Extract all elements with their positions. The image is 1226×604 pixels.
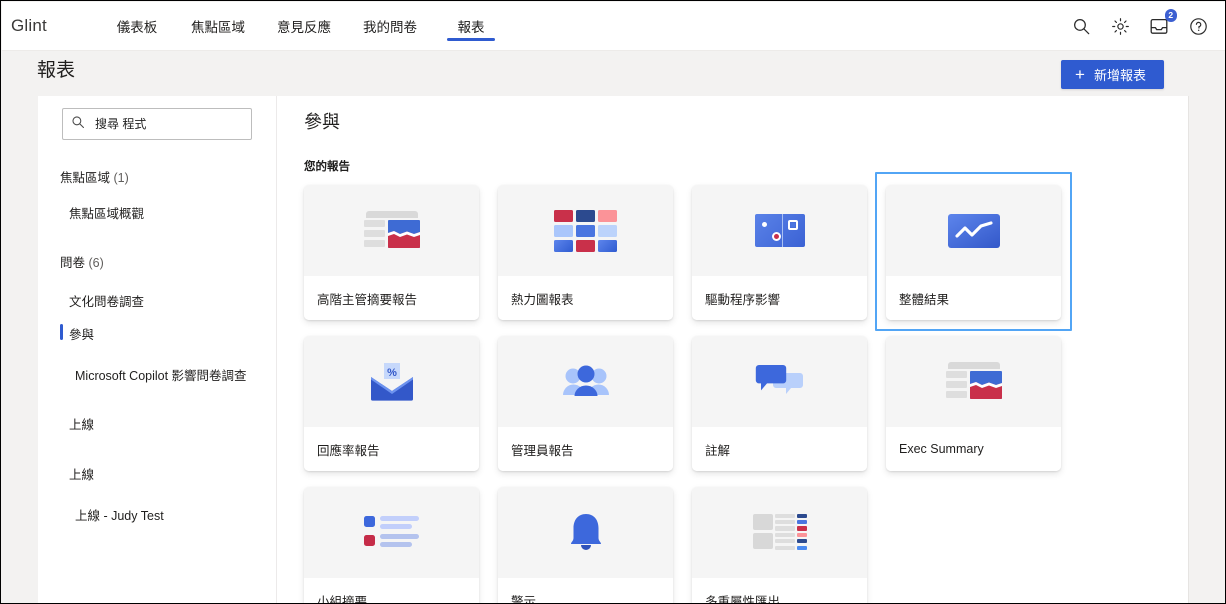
add-report-button-label: 新增報表 bbox=[1093, 68, 1146, 83]
nav-tab-dashboard[interactable]: 儀表板 bbox=[99, 2, 175, 51]
card-label: Exec Summary bbox=[886, 427, 1061, 471]
sidebar-item-focus-area-overview[interactable]: 焦點區域概觀 bbox=[69, 203, 144, 222]
page-title: 報表 bbox=[37, 60, 76, 81]
sidebar-group-title: 焦點區域 bbox=[60, 171, 111, 185]
sidebar-group-title: 問卷 bbox=[60, 256, 86, 270]
card-label: 回應率報告 bbox=[304, 427, 479, 471]
report-card-driver-impact-wrap: 驅動程序影響 bbox=[692, 185, 867, 320]
card-label: 註解 bbox=[692, 427, 867, 471]
top-nav-actions: 2 bbox=[1070, 9, 1209, 37]
sidebar-item-onboarding-2[interactable]: 上線 bbox=[69, 464, 94, 483]
main-heading: 參與 bbox=[304, 112, 340, 132]
main-content-panel: 參與 您的報告 高階主管摘要報告 熱力圖報表 驅動程序影響 整體結果 % 回應率… bbox=[277, 96, 1189, 603]
speech-bubbles-icon bbox=[754, 363, 806, 401]
report-card-exec-summary-wrap: Exec Summary bbox=[886, 336, 1061, 471]
sidebar-group-focus-areas: 焦點區域 (1) bbox=[60, 167, 129, 186]
sidebar-group-surveys: 問卷 (6) bbox=[60, 252, 104, 271]
card-label: 整體結果 bbox=[886, 276, 1061, 320]
right-gutter bbox=[1189, 96, 1225, 603]
envelope-percent-icon: % bbox=[367, 361, 417, 403]
app-logo[interactable]: Glint bbox=[11, 16, 89, 36]
gear-icon[interactable] bbox=[1109, 15, 1131, 37]
sidebar: 焦點區域 (1) 焦點區域概觀 問卷 (6) 文化問卷調查 參與 Microso… bbox=[38, 96, 277, 603]
search-icon bbox=[71, 115, 85, 134]
glint-reports-page: Glint 儀表板 焦點區域 意見反應 我的問卷 報表 2 報表 + 新增報表 … bbox=[0, 0, 1226, 604]
sidebar-selection-indicator bbox=[60, 324, 63, 340]
nav-tab-feedback[interactable]: 意見反應 bbox=[261, 2, 347, 51]
report-card-exec-summary-cn-wrap: 高階主管摘要報告 bbox=[304, 185, 479, 320]
top-navigation-bar: Glint 儀表板 焦點區域 意見反應 我的問卷 報表 2 bbox=[2, 2, 1225, 51]
search-program-box[interactable] bbox=[62, 108, 252, 140]
report-card-exec-summary-cn[interactable]: 高階主管摘要報告 bbox=[304, 185, 479, 320]
report-card-overall-results[interactable]: 整體結果 bbox=[886, 185, 1061, 320]
report-card-overall-results-wrap: 整體結果 bbox=[875, 172, 1072, 331]
card-thumbnail bbox=[304, 185, 479, 276]
card-thumbnail bbox=[886, 185, 1061, 276]
card-thumbnail bbox=[498, 185, 673, 276]
sidebar-item-onboarding-judy-test[interactable]: 上線 - Judy Test bbox=[75, 505, 164, 524]
report-card-team-summary[interactable]: 小組摘要 bbox=[304, 487, 479, 603]
report-card-grid: 高階主管摘要報告 熱力圖報表 驅動程序影響 整體結果 % 回應率報告 管理員報告… bbox=[304, 172, 1104, 603]
card-label: 熱力圖報表 bbox=[498, 276, 673, 320]
heatmap-grid-icon bbox=[554, 209, 617, 252]
card-thumbnail bbox=[498, 336, 673, 427]
report-card-exec-summary[interactable]: Exec Summary bbox=[886, 336, 1061, 471]
list-rows-icon bbox=[364, 515, 419, 550]
help-icon[interactable] bbox=[1187, 15, 1209, 37]
report-card-driver-impact[interactable]: 驅動程序影響 bbox=[692, 185, 867, 320]
add-report-button[interactable]: + 新增報表 bbox=[1061, 60, 1164, 89]
report-card-comments[interactable]: 註解 bbox=[692, 336, 867, 471]
card-label: 驅動程序影響 bbox=[692, 276, 867, 320]
card-thumbnail bbox=[692, 336, 867, 427]
report-card-comments-wrap: 註解 bbox=[692, 336, 867, 471]
search-icon[interactable] bbox=[1070, 15, 1092, 37]
nav-tab-focus-areas[interactable]: 焦點區域 bbox=[175, 2, 261, 51]
people-group-icon bbox=[560, 364, 612, 400]
report-card-manager[interactable]: 管理員報告 bbox=[498, 336, 673, 471]
search-input[interactable] bbox=[93, 116, 243, 132]
sidebar-item-onboarding-1[interactable]: 上線 bbox=[69, 414, 94, 433]
bell-icon bbox=[566, 512, 606, 554]
inbox-icon[interactable]: 2 bbox=[1148, 9, 1177, 37]
report-card-multi-attribute-export-wrap: 多重屬性匯出 bbox=[692, 487, 867, 603]
nav-tab-my-surveys[interactable]: 我的問卷 bbox=[347, 2, 433, 51]
report-card-alerts-wrap: 警示 bbox=[498, 487, 673, 603]
driver-impact-scatter-icon bbox=[754, 214, 805, 247]
report-card-alerts[interactable]: 警示 bbox=[498, 487, 673, 603]
card-thumbnail bbox=[498, 487, 673, 578]
sidebar-item-engagement[interactable]: 參與 bbox=[69, 324, 94, 343]
report-card-response-rate-wrap: % 回應率報告 bbox=[304, 336, 479, 471]
table-area-chart-icon bbox=[363, 211, 420, 250]
plus-icon: + bbox=[1075, 65, 1085, 84]
line-chart-icon bbox=[947, 213, 1000, 248]
card-thumbnail: % bbox=[304, 336, 479, 427]
card-thumbnail bbox=[886, 336, 1061, 427]
card-label: 高階主管摘要報告 bbox=[304, 276, 479, 320]
card-thumbnail bbox=[692, 487, 867, 578]
report-card-heatmap[interactable]: 熱力圖報表 bbox=[498, 185, 673, 320]
card-label: 警示 bbox=[498, 578, 673, 603]
report-card-response-rate[interactable]: % 回應率報告 bbox=[304, 336, 479, 471]
page-header: 報表 + 新增報表 bbox=[1, 51, 1225, 96]
sidebar-item-copilot-impact-survey[interactable]: Microsoft Copilot 影響問卷調查 bbox=[75, 365, 247, 384]
card-thumbnail bbox=[304, 487, 479, 578]
report-card-heatmap-wrap: 熱力圖報表 bbox=[498, 185, 673, 320]
card-label: 多重屬性匯出 bbox=[692, 578, 867, 603]
card-label: 小組摘要 bbox=[304, 578, 479, 603]
report-card-manager-wrap: 管理員報告 bbox=[498, 336, 673, 471]
card-label: 管理員報告 bbox=[498, 427, 673, 471]
your-reports-subheading: 您的報告 bbox=[304, 161, 350, 173]
nav-tab-reports[interactable]: 報表 bbox=[433, 2, 509, 51]
sidebar-item-culture-survey[interactable]: 文化問卷調查 bbox=[69, 291, 144, 310]
sidebar-group-count: (1) bbox=[113, 171, 129, 185]
card-thumbnail bbox=[692, 185, 867, 276]
inbox-badge-count: 2 bbox=[1164, 9, 1177, 22]
primary-nav-tabs: 儀表板 焦點區域 意見反應 我的問卷 報表 bbox=[99, 2, 509, 51]
svg-text:%: % bbox=[387, 367, 397, 379]
table-area-chart-icon bbox=[945, 362, 1002, 401]
report-card-multi-attribute-export[interactable]: 多重屬性匯出 bbox=[692, 487, 867, 603]
sidebar-group-count: (6) bbox=[88, 256, 104, 270]
report-card-team-summary-wrap: 小組摘要 bbox=[304, 487, 479, 603]
multi-attribute-table-icon bbox=[752, 513, 807, 552]
